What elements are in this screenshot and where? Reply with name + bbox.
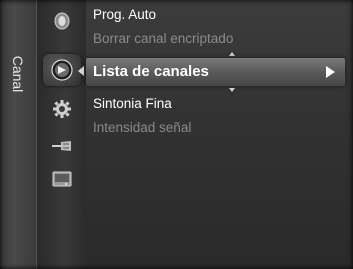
picture-icon[interactable] (47, 8, 77, 34)
menu-item-sintonia-fina[interactable]: Sintonia Fina (93, 96, 172, 111)
selected-item-label: Lista de canales (93, 63, 209, 80)
scroll-down-indicator (229, 88, 235, 92)
menu-item-intensidad-senal: Intensidad señal (93, 120, 192, 135)
menu-category-label: Canal (10, 55, 26, 93)
menu-category-tab: Canal (0, 0, 36, 269)
menu-item-borrar-canal-encriptado: Borrar canal encriptado (93, 31, 234, 46)
scroll-up-indicator (229, 52, 235, 56)
channel-menu-osd: Canal Prog. Auto Borrar canal encriptado… (0, 0, 353, 269)
active-category-marker (78, 66, 84, 76)
channel-menu-panel: Prog. Auto Borrar canal encriptado Sinto… (86, 0, 353, 269)
input-icon[interactable] (47, 133, 77, 159)
channel-icon[interactable] (43, 54, 81, 86)
menu-icon-column (36, 0, 87, 269)
submenu-arrow-icon (326, 66, 335, 78)
menu-item-lista-de-canales[interactable]: Lista de canales (86, 58, 345, 86)
menu-item-prog-auto[interactable]: Prog. Auto (93, 7, 156, 22)
application-icon[interactable] (47, 166, 77, 192)
setup-gear-icon[interactable] (47, 96, 77, 122)
